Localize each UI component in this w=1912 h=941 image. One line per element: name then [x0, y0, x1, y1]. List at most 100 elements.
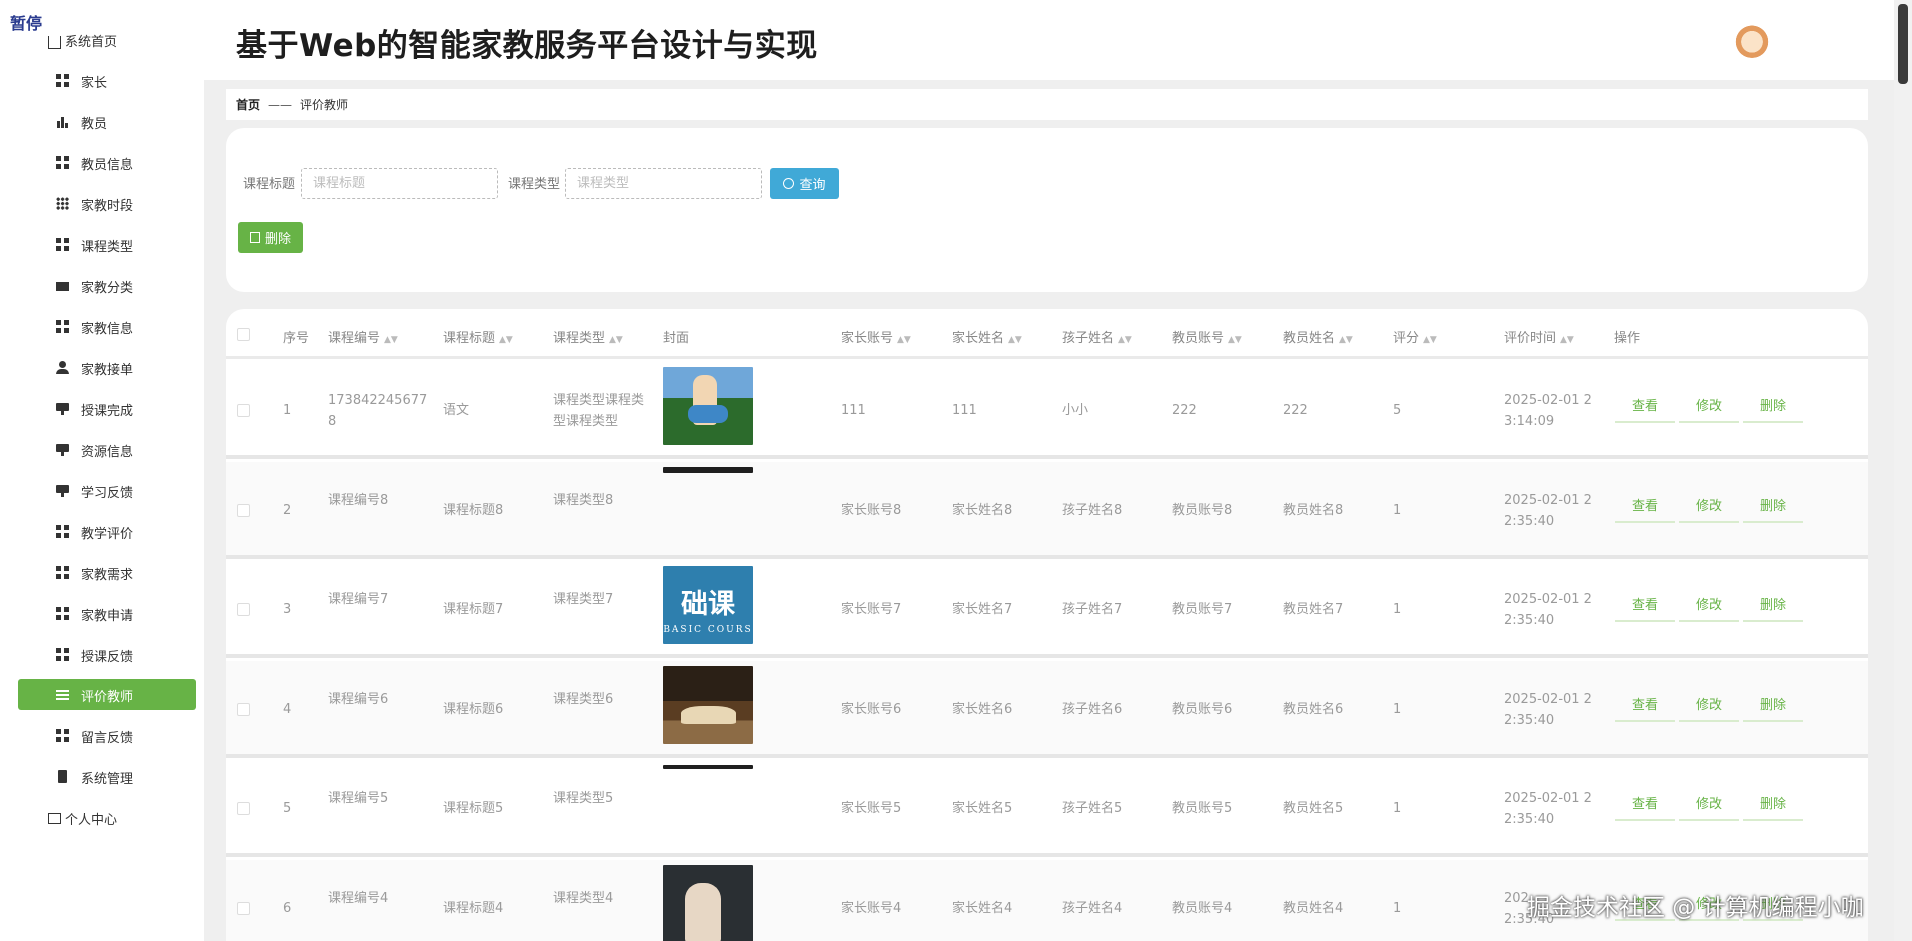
sidebar-item-tutor-info[interactable]: 家教信息 — [18, 311, 196, 342]
sort-icon: ▲▼ — [1423, 335, 1437, 345]
col-header-child-name[interactable]: 孩子姓名 ▲▼ — [1062, 327, 1132, 346]
row-checkbox[interactable] — [237, 503, 250, 517]
cell-teacher-name: 222 — [1283, 403, 1308, 418]
view-button[interactable]: 查看 — [1615, 595, 1675, 623]
delete-button[interactable]: 删除 — [1743, 695, 1803, 722]
cell-title: 课程标题6 — [443, 701, 504, 717]
sort-icon: ▲▼ — [1118, 335, 1132, 345]
sidebar-item-rate-teacher[interactable]: 评价教师 — [18, 679, 196, 710]
scrollbar-thumb[interactable] — [1898, 4, 1908, 84]
breadcrumb-home[interactable]: 首页 — [236, 96, 260, 113]
sidebar-item-system[interactable]: 系统管理 — [18, 761, 196, 792]
watermark: 掘金技术社区 @ 计算机编程小咖 — [1527, 895, 1864, 921]
breadcrumb: 首页 —— 评价教师 — [226, 89, 1868, 120]
cell-time: 2025-02-01 2 2:35:40 — [1504, 791, 1592, 828]
view-button[interactable]: 查看 — [1615, 794, 1675, 822]
sidebar-item-teaching-eval[interactable]: 教学评价 — [18, 516, 196, 547]
grid-icon — [56, 566, 69, 579]
sort-icon: ▲▼ — [609, 335, 623, 345]
col-header-type[interactable]: 课程类型 ▲▼ — [553, 327, 623, 346]
row-checkbox[interactable] — [237, 702, 250, 716]
cell-parent-name: 家长姓名4 — [952, 901, 1013, 916]
cell-parent-account: 家长账号4 — [841, 901, 902, 916]
cell-code: 课程编号6 — [328, 691, 389, 707]
query-button-label: 查询 — [799, 178, 826, 193]
cover-image: 础课 BASIC COURS — [663, 566, 753, 645]
sidebar-item-study-feedback[interactable]: 学习反馈 — [18, 475, 196, 506]
monitor-icon — [56, 402, 69, 415]
grid-icon — [56, 607, 69, 620]
monitor-icon — [56, 443, 69, 456]
cover-image — [663, 765, 753, 770]
delete-button-label: 删除 — [264, 232, 291, 247]
delete-button[interactable]: 删除 — [1743, 496, 1803, 523]
user-icon — [56, 361, 69, 374]
view-button[interactable]: 查看 — [1615, 396, 1675, 423]
cell-parent-name: 家长姓名5 — [952, 801, 1013, 817]
sidebar-item-completed[interactable]: 授课完成 — [18, 393, 196, 424]
cell-type: 课程类型4 — [553, 891, 614, 906]
sidebar-item-orders[interactable]: 家教接单 — [18, 352, 196, 383]
cell-no: 2 — [283, 502, 292, 518]
col-header-title[interactable]: 课程标题 ▲▼ — [443, 327, 513, 346]
cell-score: 1 — [1393, 502, 1402, 518]
avatar[interactable] — [1734, 22, 1770, 58]
col-header-code[interactable]: 课程编号 ▲▼ — [328, 327, 398, 346]
col-header-teacher-name[interactable]: 教员姓名 ▲▼ — [1283, 327, 1353, 346]
select-all-checkbox[interactable] — [237, 328, 250, 341]
cell-title: 课程标题4 — [443, 901, 504, 916]
cell-title: 课程标题8 — [443, 502, 504, 518]
page-scrollbar[interactable] — [1894, 0, 1912, 941]
sidebar-item-lesson-feedback[interactable]: 授课反馈 — [18, 639, 196, 670]
query-button[interactable]: 查询 — [770, 168, 839, 199]
cell-parent-name: 家长姓名7 — [952, 602, 1013, 618]
col-header-teacher-account[interactable]: 教员账号 ▲▼ — [1172, 327, 1242, 346]
sidebar-item-resources[interactable]: 资源信息 — [18, 434, 196, 465]
sidebar-item-teacher-info[interactable]: 教员信息 — [18, 147, 196, 178]
row-checkbox[interactable] — [237, 404, 250, 417]
cell-title: 语文 — [443, 403, 470, 418]
delete-button[interactable]: 删除 — [1743, 396, 1803, 423]
row-checkbox[interactable] — [237, 802, 250, 816]
edit-button[interactable]: 修改 — [1679, 794, 1739, 822]
delete-button[interactable]: 删除 — [1743, 794, 1803, 822]
sidebar-item-messages[interactable]: 留言反馈 — [18, 720, 196, 751]
view-button[interactable]: 查看 — [1615, 695, 1675, 722]
edit-button[interactable]: 修改 — [1679, 396, 1739, 423]
sidebar-item-personal[interactable]: 个人中心 — [48, 809, 117, 828]
edit-button[interactable]: 修改 — [1679, 695, 1739, 722]
sidebar-item-course-type[interactable]: 课程类型 — [18, 229, 196, 260]
sidebar-item-label: 家教接单 — [81, 363, 134, 378]
delete-button[interactable]: 删除 — [1743, 595, 1803, 623]
course-type-input[interactable] — [565, 168, 762, 199]
sort-icon: ▲▼ — [1560, 335, 1574, 345]
edit-button[interactable]: 修改 — [1679, 496, 1739, 523]
edit-button[interactable]: 修改 — [1679, 595, 1739, 623]
table-row: 5 课程编号5 课程标题5 课程类型5 家长账号5 家长姓名5 孩子姓名5 教员… — [226, 760, 1868, 858]
cell-child-name: 孩子姓名4 — [1062, 901, 1123, 916]
row-checkbox[interactable] — [237, 902, 250, 915]
course-title-input[interactable] — [301, 168, 498, 199]
sidebar-item-label: 系统首页 — [65, 35, 118, 50]
sidebar-item-demand[interactable]: 家教需求 — [18, 557, 196, 588]
row-checkbox[interactable] — [237, 603, 250, 617]
sidebar-item-application[interactable]: 家教申请 — [18, 598, 196, 629]
view-button[interactable]: 查看 — [1615, 496, 1675, 523]
sidebar-item-home[interactable]: 系统首页 — [48, 31, 117, 50]
col-header-time[interactable]: 评价时间 ▲▼ — [1504, 327, 1574, 346]
grid-icon — [56, 238, 69, 251]
sort-icon: ▲▼ — [499, 335, 513, 345]
col-header-score[interactable]: 评分 ▲▼ — [1393, 327, 1437, 346]
batch-delete-button[interactable]: 删除 — [238, 222, 303, 253]
sidebar-item-parent[interactable]: 家长 — [18, 65, 196, 96]
cell-child-name: 孩子姓名8 — [1062, 502, 1123, 518]
col-header-parent-account[interactable]: 家长账号 ▲▼ — [841, 327, 911, 346]
cover-image — [663, 865, 753, 941]
sort-icon: ▲▼ — [1228, 335, 1242, 345]
col-header-parent-name[interactable]: 家长姓名 ▲▼ — [952, 327, 1022, 346]
sidebar-item-timeslot[interactable]: 家教时段 — [18, 188, 196, 219]
cell-code: 课程编号8 — [328, 492, 389, 508]
sidebar-item-teacher[interactable]: 教员 — [18, 106, 196, 137]
sidebar-item-category[interactable]: 家教分类 — [18, 270, 196, 301]
bar-chart-icon — [56, 115, 69, 128]
